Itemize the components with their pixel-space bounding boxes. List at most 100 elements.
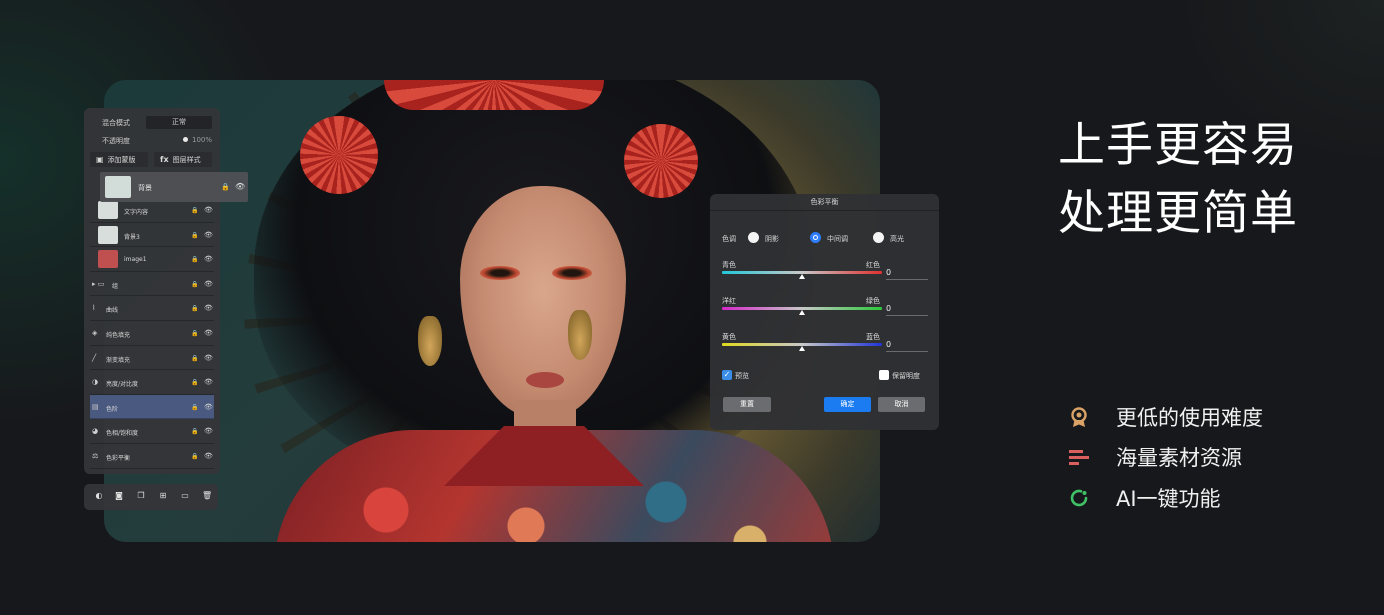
layer-name: 组 bbox=[112, 282, 119, 290]
lock-icon[interactable]: 🔒 bbox=[191, 305, 198, 312]
layer-row[interactable]: ◕ 色相/饱和度 🔒 👁 bbox=[90, 419, 214, 444]
hue-icon: ◕ bbox=[92, 427, 99, 436]
eye-icon[interactable]: 👁 bbox=[204, 403, 213, 411]
earring-ornament bbox=[418, 316, 442, 366]
eye-icon[interactable]: 👁 bbox=[204, 255, 213, 263]
layer-name: 纯色填充 bbox=[106, 331, 131, 339]
opacity-slider-handle[interactable] bbox=[183, 137, 188, 142]
layer-row[interactable]: ⌇ 曲线 🔒 👁 bbox=[90, 296, 214, 321]
opacity-row: 不透明度 100% bbox=[84, 134, 220, 146]
eye-icon[interactable]: 👁 bbox=[235, 182, 245, 191]
lines-icon bbox=[1069, 450, 1089, 465]
layer-row-selected[interactable]: ▤ 色阶 🔒 👁 bbox=[90, 394, 214, 420]
delete-icon[interactable]: 🗑 bbox=[202, 491, 212, 501]
headline-line-1: 上手更容易 bbox=[1058, 118, 1298, 173]
eye-icon[interactable]: 👁 bbox=[204, 206, 213, 214]
slider-right-label: 蓝色 bbox=[866, 333, 880, 341]
lock-icon[interactable]: 🔒 bbox=[191, 256, 198, 263]
lock-icon[interactable]: 🔒 bbox=[191, 379, 198, 386]
yellow-blue-slider: 黄色 蓝色 0 bbox=[722, 332, 932, 360]
layer-row[interactable]: ◈ 纯色填充 🔒 👁 bbox=[90, 321, 214, 346]
levels-icon: ▤ bbox=[92, 402, 99, 411]
feature-label: AI一键功能 bbox=[1116, 487, 1221, 511]
slider-right-label: 绿色 bbox=[866, 297, 880, 305]
slider-value-input[interactable]: 0 bbox=[886, 340, 928, 352]
duplicate-icon[interactable]: ❐ bbox=[136, 491, 146, 501]
layer-row[interactable]: ╱ 渐变填充 🔒 👁 bbox=[90, 346, 214, 371]
lock-icon[interactable]: 🔒 bbox=[221, 183, 230, 191]
eye-shape bbox=[552, 266, 592, 280]
slider-thumb[interactable] bbox=[799, 310, 805, 315]
eye-icon[interactable]: 👁 bbox=[204, 354, 213, 362]
color-balance-dialog: 色彩平衡 色调 阴影 中间调 高光 青色 红色 0 洋红 绿色 0 黄色 蓝色 … bbox=[710, 194, 939, 430]
tone-midtones-label: 中间调 bbox=[827, 235, 848, 243]
background-layer-row[interactable]: 背景 🔒 👁 bbox=[100, 172, 248, 202]
layer-name: image1 bbox=[124, 256, 147, 264]
preserve-luminosity-checkbox[interactable] bbox=[879, 370, 889, 380]
opacity-value[interactable]: 100% bbox=[192, 136, 212, 144]
layers-toolbar: ◐ ◙ ❐ ⊞ ▭ 🗑 bbox=[84, 484, 218, 510]
layer-name: 亮度/对比度 bbox=[106, 381, 139, 389]
lock-icon[interactable]: 🔒 bbox=[191, 404, 198, 411]
eye-icon[interactable]: 👁 bbox=[204, 329, 213, 337]
layer-row[interactable]: 背景3 🔒 👁 bbox=[90, 223, 214, 248]
tone-row: 色调 阴影 中间调 高光 bbox=[710, 232, 939, 244]
eye-icon[interactable]: 👁 bbox=[204, 304, 213, 312]
slider-thumb[interactable] bbox=[799, 274, 805, 279]
refresh-icon bbox=[1070, 489, 1088, 507]
ok-button[interactable]: 确定 bbox=[824, 397, 871, 412]
tone-shadows-radio[interactable] bbox=[748, 232, 759, 243]
lock-icon[interactable]: 🔒 bbox=[191, 330, 198, 337]
magenta-green-slider: 洋红 绿色 0 bbox=[722, 296, 932, 324]
tone-midtones-radio[interactable] bbox=[810, 232, 821, 243]
slider-thumb[interactable] bbox=[799, 346, 805, 351]
eye-icon[interactable]: 👁 bbox=[204, 427, 213, 435]
mask-icon[interactable]: ◙ bbox=[114, 491, 124, 501]
add-layer-icon[interactable]: ⊞ bbox=[158, 491, 168, 501]
lock-icon[interactable]: 🔒 bbox=[191, 428, 198, 435]
layer-name: 背景 bbox=[138, 184, 152, 192]
flower-ornament bbox=[300, 116, 378, 194]
layer-style-button[interactable]: fx 图层样式 bbox=[154, 152, 212, 167]
preview-checkbox[interactable]: ✓ bbox=[722, 370, 732, 380]
dialog-title: 色彩平衡 bbox=[710, 194, 939, 211]
slider-left-label: 青色 bbox=[722, 261, 736, 269]
tone-highlights-radio[interactable] bbox=[873, 232, 884, 243]
layer-row[interactable]: ▸ ▭ 组 🔒 👁 bbox=[90, 272, 214, 297]
curves-icon: ⌇ bbox=[92, 304, 96, 313]
lock-icon[interactable]: 🔒 bbox=[191, 453, 198, 460]
slider-value-input[interactable]: 0 bbox=[886, 268, 928, 280]
layer-actions-row: ▣ 添加蒙版 fx 图层样式 bbox=[84, 152, 220, 167]
layer-name: 色阶 bbox=[106, 405, 119, 413]
slider-right-label: 红色 bbox=[866, 261, 880, 269]
blend-mode-select[interactable]: 正常 bbox=[146, 116, 212, 129]
eye-icon[interactable]: 👁 bbox=[204, 452, 213, 460]
cancel-button[interactable]: 取消 bbox=[878, 397, 925, 412]
eye-icon[interactable]: 👁 bbox=[204, 378, 213, 386]
fx-icon: fx bbox=[160, 155, 169, 164]
lock-icon[interactable]: 🔒 bbox=[191, 207, 198, 214]
adjust-icon[interactable]: ◐ bbox=[94, 491, 104, 501]
gradient-icon: ╱ bbox=[92, 353, 97, 362]
layer-name: 曲线 bbox=[106, 307, 119, 315]
slider-left-label: 洋红 bbox=[722, 297, 736, 305]
eye-icon[interactable]: 👁 bbox=[204, 280, 213, 288]
slider-value-input[interactable]: 0 bbox=[886, 304, 928, 316]
folder-icon: ▸ ▭ bbox=[92, 279, 105, 288]
eye-icon[interactable]: 👁 bbox=[204, 231, 213, 239]
lock-icon[interactable]: 🔒 bbox=[191, 355, 198, 362]
lock-icon[interactable]: 🔒 bbox=[191, 281, 198, 288]
feature-label: 海量素材资源 bbox=[1116, 446, 1242, 470]
layers-panel: 混合模式 正常 不透明度 100% ▣ 添加蒙版 fx 图层样式 文字内容 🔒 👁 … bbox=[84, 108, 220, 474]
blend-mode-row: 混合模式 正常 bbox=[84, 116, 220, 130]
layer-row[interactable]: ◑ 亮度/对比度 🔒 👁 bbox=[90, 370, 214, 395]
layer-row[interactable]: image1 🔒 👁 bbox=[90, 247, 214, 272]
blend-mode-label: 混合模式 bbox=[102, 119, 130, 127]
slider-left-label: 黄色 bbox=[722, 333, 736, 341]
add-mask-button[interactable]: ▣ 添加蒙版 bbox=[90, 152, 148, 167]
layer-row[interactable]: ⚖ 色彩平衡 🔒 👁 bbox=[90, 444, 214, 469]
lock-icon[interactable]: 🔒 bbox=[191, 232, 198, 239]
layer-name: 背景3 bbox=[124, 233, 140, 241]
reset-button[interactable]: 重置 bbox=[723, 397, 771, 412]
folder-icon[interactable]: ▭ bbox=[180, 491, 190, 501]
